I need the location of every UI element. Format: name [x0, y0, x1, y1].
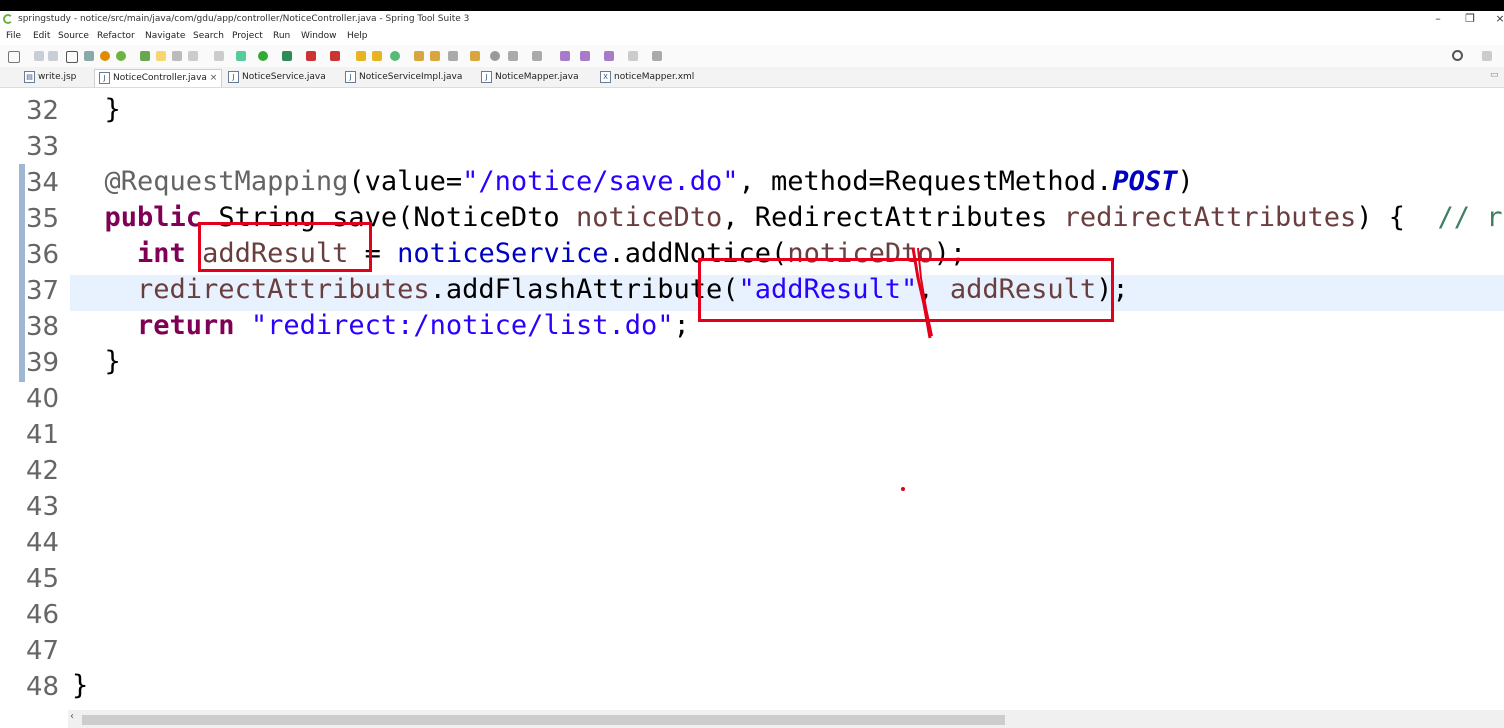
new-java-package-icon[interactable] — [356, 51, 366, 61]
code-editor[interactable]: 32 } 33 34 @RequestMapping(value="/notic… — [0, 88, 1504, 710]
save-all-icon[interactable] — [48, 51, 58, 61]
menu-bar: File Edit Source Refactor Navigate Searc… — [0, 28, 1504, 45]
close-tab-icon[interactable]: × — [210, 73, 218, 83]
annotation-pen-strokes — [901, 247, 933, 491]
tab-notice-service-impl[interactable]: J NoticeServiceImpl.java — [345, 69, 462, 86]
forward-disabled-icon[interactable] — [628, 51, 638, 61]
tab-notice-mapper-xml[interactable]: XnoticeMapper.xml — [600, 69, 694, 86]
java-file-icon: J — [481, 70, 492, 83]
jsp-file-icon: ▤ — [24, 70, 35, 83]
tab-notice-mapper-java[interactable]: J NoticeMapper.java — [481, 69, 579, 86]
tab-label: noticeMapper.xml — [614, 72, 695, 82]
console-icon[interactable] — [66, 51, 78, 63]
server-publish-icon[interactable] — [330, 51, 340, 61]
tab-write-jsp[interactable]: ▤ write.jsp — [24, 69, 76, 86]
menu-navigate[interactable]: Navigate — [145, 31, 185, 41]
block-select-icon[interactable] — [172, 51, 182, 61]
show-whitespace-icon[interactable] — [188, 51, 198, 61]
debug-icon[interactable] — [236, 51, 246, 61]
new-icon[interactable] — [8, 51, 20, 63]
menu-file[interactable]: File — [6, 31, 21, 41]
run-external-icon[interactable] — [282, 51, 292, 61]
menu-project[interactable]: Project — [232, 31, 263, 41]
tab-label: write.jsp — [38, 72, 77, 82]
search-tool-icon[interactable] — [448, 51, 458, 61]
save-icon[interactable] — [34, 51, 44, 61]
new-java-class-icon[interactable] — [372, 51, 382, 61]
forward-icon[interactable] — [604, 51, 614, 61]
maximize-editor-icon[interactable]: ▭ — [1490, 70, 1499, 80]
spring-tool-suite-icon — [3, 14, 13, 24]
back-icon[interactable] — [580, 51, 590, 61]
web-browser-icon[interactable] — [490, 51, 500, 61]
spring-boot-icon[interactable] — [116, 51, 126, 61]
minimize-icon[interactable]: – — [1428, 12, 1448, 25]
close-window-icon[interactable]: × — [1490, 12, 1504, 25]
menu-help[interactable]: Help — [347, 31, 368, 41]
pin-editor-icon[interactable] — [652, 51, 662, 61]
scroll-left-icon[interactable]: ‹ — [70, 711, 74, 722]
annotation-icon[interactable] — [214, 51, 224, 61]
menu-edit[interactable]: Edit — [33, 31, 50, 41]
top-black-strip — [0, 0, 1504, 11]
editor-tabs: ▤ write.jsp J NoticeController.java × J Not… — [0, 67, 1504, 88]
new-spring-bean-icon[interactable] — [390, 51, 400, 61]
tab-label: NoticeService.java — [242, 72, 326, 82]
previous-annotation-icon[interactable] — [532, 51, 542, 61]
run-icon[interactable] — [258, 51, 268, 61]
menu-refactor[interactable]: Refactor — [97, 31, 135, 41]
server-stop-icon[interactable] — [306, 51, 316, 61]
open-task-icon[interactable] — [430, 51, 440, 61]
title-bar: springstudy - notice/src/main/java/com/g… — [0, 11, 1504, 28]
horizontal-scrollbar[interactable]: ‹ — [68, 710, 1504, 728]
main-toolbar — [0, 45, 1504, 67]
skip-breakpoints-icon[interactable] — [84, 51, 94, 61]
scrollbar-thumb[interactable] — [82, 715, 1005, 725]
last-edit-location-icon[interactable] — [560, 51, 570, 61]
xml-file-icon: X — [600, 70, 611, 83]
menu-run[interactable]: Run — [273, 31, 290, 41]
stop-icon[interactable] — [100, 51, 110, 61]
open-perspective-icon[interactable] — [1482, 51, 1492, 61]
tab-label: NoticeController.java — [113, 73, 207, 83]
java-file-icon: J — [228, 70, 239, 83]
tab-notice-service[interactable]: J NoticeService.java — [228, 69, 326, 86]
menu-search[interactable]: Search — [193, 31, 224, 41]
tab-notice-controller[interactable]: J NoticeController.java × — [94, 69, 223, 87]
tab-label: NoticeServiceImpl.java — [359, 72, 463, 82]
restore-icon[interactable]: ❐ — [1460, 12, 1480, 25]
window-title: springstudy - notice/src/main/java/com/g… — [18, 14, 470, 24]
java-file-icon: J — [99, 71, 110, 84]
java-file-icon: J — [345, 70, 356, 83]
tab-label: NoticeMapper.java — [495, 72, 579, 82]
search-icon[interactable] — [1452, 50, 1463, 61]
menu-window[interactable]: Window — [301, 31, 337, 41]
next-annotation-icon[interactable] — [508, 51, 518, 61]
java-perspective-icon[interactable] — [140, 51, 150, 61]
open-folder-icon[interactable] — [470, 51, 480, 61]
open-type-icon[interactable] — [414, 51, 424, 61]
highlight-icon[interactable] — [156, 51, 166, 61]
menu-source[interactable]: Source — [58, 31, 89, 41]
